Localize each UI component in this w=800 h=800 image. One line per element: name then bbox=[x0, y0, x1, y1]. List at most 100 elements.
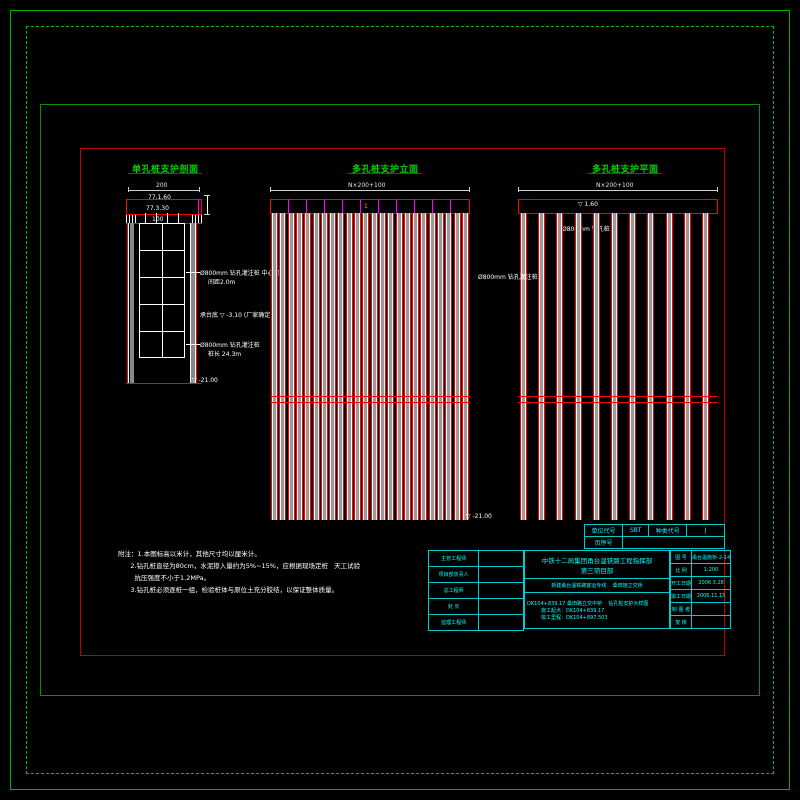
org-line-1: 中铁十二局集团甬台温铁路工程指挥部 bbox=[541, 556, 653, 565]
pile-edge-right bbox=[393, 213, 395, 520]
signoff-value-1[interactable] bbox=[478, 566, 524, 583]
notes-line-3: 抗压强度不小于1.2MPa。 bbox=[118, 574, 211, 583]
excavation-center-1 bbox=[162, 223, 163, 358]
splice-line-2a bbox=[270, 396, 470, 397]
pile-core bbox=[280, 213, 282, 520]
structure-right: 钻孔桩支护大样图 bbox=[608, 601, 649, 607]
signoff-label-2: 总工程师 bbox=[427, 582, 480, 599]
leader-1a bbox=[186, 272, 200, 273]
pile-toe-line-1 bbox=[126, 383, 202, 384]
pile-edge-right bbox=[409, 213, 411, 520]
signoff-value-0[interactable] bbox=[478, 550, 524, 567]
annotation-1b: 间距2.0m bbox=[208, 279, 236, 286]
code-cell-type-value: J bbox=[686, 524, 725, 537]
pile-plan bbox=[647, 213, 655, 520]
pile-edge-right bbox=[671, 213, 673, 520]
pile-elevation bbox=[295, 213, 303, 520]
meta-table: 图 号 甬台温施桥-2-14 比 例 1:200 开工日期 2006.3.28 … bbox=[669, 550, 732, 629]
dim-label-3: N×200+100 bbox=[596, 182, 634, 189]
cap-tick-2-1 bbox=[288, 199, 289, 213]
pile-plan bbox=[538, 213, 546, 520]
pile-elevation bbox=[287, 213, 295, 520]
pile-core bbox=[272, 213, 273, 520]
pile-core bbox=[666, 213, 668, 520]
pile-elevation bbox=[362, 213, 370, 520]
pile-core bbox=[388, 213, 390, 520]
pile-edge-right bbox=[318, 213, 320, 520]
pile-core bbox=[330, 213, 332, 520]
pile-body-1a bbox=[130, 223, 134, 383]
pile-core bbox=[630, 213, 632, 520]
leader-1b bbox=[186, 344, 200, 345]
meta-value-5[interactable] bbox=[691, 615, 732, 629]
signoff-row: 项目部负责人 bbox=[427, 566, 524, 583]
cap-tick-2-9 bbox=[432, 199, 433, 213]
pile-edge-right bbox=[368, 213, 370, 520]
dim-line-1 bbox=[128, 190, 200, 191]
pile-edge-right bbox=[310, 213, 312, 520]
pile-core bbox=[454, 213, 456, 520]
cap-end-2b bbox=[469, 199, 470, 213]
pile-core bbox=[413, 213, 415, 520]
signoff-value-2[interactable] bbox=[478, 582, 524, 599]
dim-line-3 bbox=[518, 190, 718, 191]
hatch-left-1 bbox=[126, 215, 136, 223]
code-cell-page-value bbox=[622, 536, 725, 549]
cap-tick-2-6 bbox=[378, 199, 379, 213]
pile-elevation bbox=[304, 213, 312, 520]
meta-value-3: 2006.11.15 bbox=[691, 589, 732, 603]
end-chainage: 竣工里程：DK104+897.503 bbox=[541, 615, 608, 621]
meta-value-2: 2006.3.28 bbox=[691, 576, 732, 590]
pile-edge-right bbox=[451, 213, 453, 520]
cap-beam-top-2 bbox=[270, 199, 470, 200]
signoff-value-4[interactable] bbox=[478, 614, 524, 631]
inner-grid-v1 bbox=[145, 213, 146, 223]
pile-core bbox=[648, 213, 650, 520]
pile-core bbox=[438, 213, 439, 520]
meta-label-4: 制 图 者 bbox=[669, 602, 693, 616]
pile-core bbox=[539, 213, 541, 520]
meta-value-4[interactable] bbox=[691, 602, 732, 616]
pile-edge-right bbox=[617, 213, 618, 520]
pile-core bbox=[446, 213, 448, 520]
pile-elevation bbox=[279, 213, 287, 520]
pile-elevation bbox=[320, 213, 328, 520]
pile-core bbox=[355, 213, 356, 520]
pile-edge-right bbox=[335, 213, 337, 520]
pile-edge-right bbox=[326, 213, 328, 520]
pile-shaft-1a bbox=[128, 223, 129, 383]
pile-elevation bbox=[403, 213, 411, 520]
pile-outline-1a bbox=[127, 223, 128, 383]
signoff-value-3[interactable] bbox=[478, 598, 524, 615]
pile-plan bbox=[592, 213, 600, 520]
cap-tick-2-2 bbox=[306, 199, 307, 213]
dim-tick-3b bbox=[717, 187, 718, 192]
cap-end-3a bbox=[518, 199, 519, 213]
pile-elevation bbox=[337, 213, 345, 520]
inner-grid-v4 bbox=[178, 213, 179, 223]
pile-edge-right bbox=[293, 213, 295, 520]
pile-core bbox=[346, 213, 348, 520]
pile-edge-right bbox=[426, 213, 428, 520]
cap-tick-2-7 bbox=[396, 199, 397, 213]
meta-value-0: 甬台温施桥-2-14 bbox=[691, 550, 732, 564]
org-line-2: 第三项目部 bbox=[580, 566, 614, 575]
meta-label-5: 复 核 bbox=[669, 615, 693, 629]
code-cell-unit-label: 单位代号 bbox=[583, 524, 624, 537]
inner-grid-v3 bbox=[167, 213, 168, 223]
annotation-2: Ø800mm 钻孔灌注桩 bbox=[478, 274, 538, 281]
pile-edge-right bbox=[434, 213, 436, 520]
cap-tick-2-5 bbox=[360, 199, 361, 213]
pile-edge-right bbox=[351, 213, 353, 520]
cap-tick-2-10 bbox=[450, 199, 451, 213]
pile-edge-right bbox=[708, 213, 709, 520]
pile-edge-right bbox=[580, 213, 582, 520]
cap-tick-2-8 bbox=[414, 199, 415, 213]
pile-elevation bbox=[461, 213, 469, 520]
inner-dim-label-1: 100 bbox=[152, 216, 164, 223]
pile-edge-right bbox=[544, 213, 546, 520]
pile-edge-right bbox=[635, 213, 637, 520]
signoff-row: 总工程师 bbox=[427, 582, 524, 599]
pile-elevation bbox=[271, 213, 278, 520]
dim-tick-2a bbox=[270, 187, 271, 192]
